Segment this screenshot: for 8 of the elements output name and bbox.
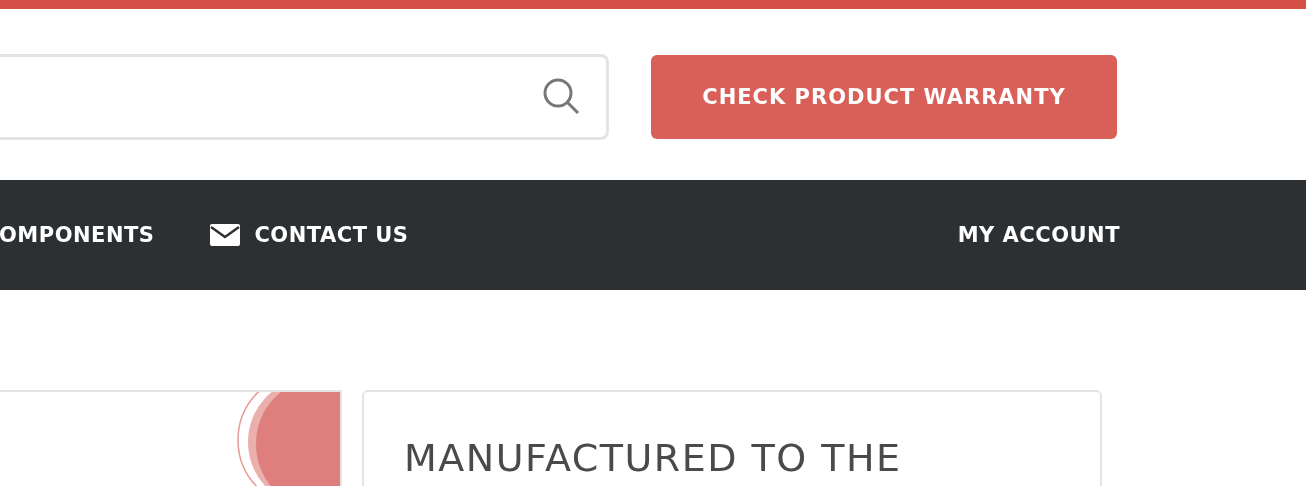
nav-link[interactable]: CONTACT US (210, 223, 409, 247)
search-field[interactable] (0, 53, 609, 140)
my-account-link[interactable]: MY ACCOUNT (957, 223, 1120, 247)
feature-title: MANUFACTURED TO THE (404, 436, 903, 480)
nav-link[interactable]: OMPONENTS (0, 223, 155, 247)
check-warranty-button[interactable]: CHECK PRODUCT WARRANTY (651, 54, 1117, 139)
envelope-icon (210, 224, 241, 246)
search-icon[interactable] (542, 76, 582, 117)
